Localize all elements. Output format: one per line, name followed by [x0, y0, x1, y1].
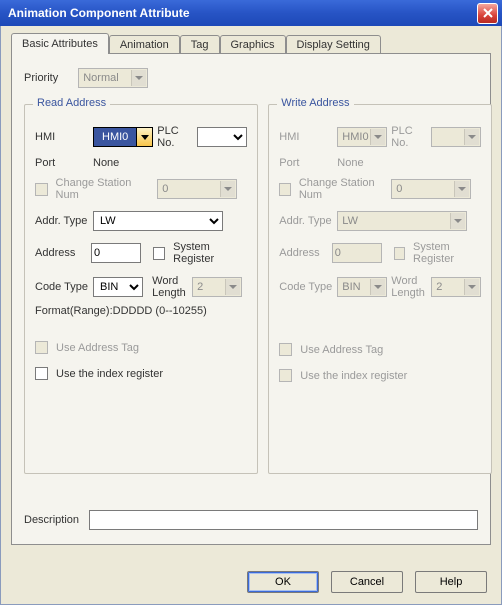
- window-title: Animation Component Attribute: [8, 6, 190, 20]
- write-use-address-tag-label: Use Address Tag: [300, 344, 383, 356]
- tab-tag[interactable]: Tag: [180, 35, 220, 54]
- dialog-footer: OK Cancel Help: [1, 560, 501, 604]
- write-addr-type-label: Addr. Type: [279, 215, 333, 227]
- write-port-label: Port: [279, 157, 333, 169]
- write-plc-select: [431, 127, 481, 147]
- read-addr-type-select[interactable]: LW: [93, 211, 223, 231]
- read-addr-type-label: Addr. Type: [35, 215, 89, 227]
- write-change-station-checkbox: [279, 183, 291, 196]
- read-hmi-value: HMI0: [94, 128, 136, 146]
- write-address-label: Address: [279, 247, 325, 259]
- read-use-index-register-checkbox[interactable]: [35, 367, 48, 380]
- tab-graphics[interactable]: Graphics: [220, 35, 286, 54]
- chevron-down-icon: [135, 76, 143, 80]
- help-button[interactable]: Help: [415, 571, 487, 593]
- read-port-value: None: [93, 157, 247, 169]
- read-change-station-checkbox: [35, 183, 48, 196]
- write-word-length-label: Word Length: [391, 275, 427, 299]
- cancel-button[interactable]: Cancel: [331, 571, 403, 593]
- write-use-index-register-checkbox: [279, 369, 292, 382]
- close-button[interactable]: [477, 3, 498, 24]
- chevron-down-icon: [468, 135, 476, 139]
- tab-strip: Basic Attributes Animation Tag Graphics …: [1, 26, 501, 53]
- priority-label: Priority: [24, 72, 58, 84]
- write-code-type-select: BIN: [337, 277, 387, 297]
- read-plc-select[interactable]: [197, 127, 247, 147]
- read-address-input[interactable]: [91, 243, 141, 263]
- write-hmi-select: HMI0: [337, 127, 387, 147]
- write-use-index-register-label: Use the index register: [300, 370, 407, 382]
- read-port-label: Port: [35, 157, 89, 169]
- chevron-down-icon: [229, 285, 237, 289]
- write-change-station-value-select: 0: [391, 179, 471, 199]
- chevron-down-icon: [374, 135, 382, 139]
- chevron-down-icon: [454, 219, 462, 223]
- read-hmi-select[interactable]: HMI0: [93, 127, 153, 147]
- read-change-station-value-select: 0: [157, 179, 237, 199]
- read-use-address-tag-label: Use Address Tag: [56, 342, 139, 354]
- write-word-length-select: 2: [431, 277, 481, 297]
- read-change-station-label: Change Station Num: [56, 177, 154, 201]
- group-read-address: Read Address HMI HMI0 PLC No. Port None: [24, 104, 258, 474]
- tab-display-setting[interactable]: Display Setting: [286, 35, 381, 54]
- read-code-type-label: Code Type: [35, 281, 89, 293]
- read-word-length-label: Word Length: [152, 275, 188, 299]
- group-read-address-legend: Read Address: [33, 97, 110, 109]
- close-icon: [483, 8, 493, 18]
- title-bar: Animation Component Attribute: [0, 0, 502, 26]
- chevron-down-icon: [468, 285, 476, 289]
- description-label: Description: [24, 514, 79, 526]
- write-use-address-tag-checkbox: [279, 343, 292, 356]
- write-address-input: [332, 243, 382, 263]
- priority-select: Normal: [78, 68, 148, 88]
- tab-animation[interactable]: Animation: [109, 35, 180, 54]
- description-input[interactable]: [89, 510, 478, 530]
- write-port-value: None: [337, 157, 481, 169]
- read-format-label: Format(Range):DDDDD (0--10255): [35, 305, 247, 317]
- priority-value: Normal: [83, 72, 118, 84]
- write-code-type-label: Code Type: [279, 281, 333, 293]
- write-system-register-checkbox: [394, 247, 405, 260]
- group-write-address-legend: Write Address: [277, 97, 353, 109]
- read-use-address-tag-checkbox: [35, 341, 48, 354]
- write-hmi-label: HMI: [279, 131, 333, 143]
- read-code-type-select[interactable]: BIN: [93, 277, 143, 297]
- write-addr-type-select: LW: [337, 211, 467, 231]
- write-plc-label: PLC No.: [391, 125, 427, 149]
- read-system-register-checkbox[interactable]: [153, 247, 165, 260]
- chevron-down-icon: [374, 285, 382, 289]
- tab-page-basic-attributes: Priority Normal Read Address HMI HMI0: [11, 53, 491, 545]
- ok-button[interactable]: OK: [247, 571, 319, 593]
- chevron-down-icon[interactable]: [136, 128, 152, 146]
- chevron-down-icon: [458, 187, 466, 191]
- read-system-register-label: System Register: [173, 241, 247, 265]
- read-address-label: Address: [35, 247, 85, 259]
- write-change-station-label: Change Station Num: [299, 177, 387, 201]
- read-use-index-register-label: Use the index register: [56, 368, 163, 380]
- read-hmi-label: HMI: [35, 131, 89, 143]
- read-plc-label: PLC No.: [157, 125, 193, 149]
- read-word-length-select: 2: [192, 277, 242, 297]
- group-write-address: Write Address HMI HMI0 PLC No. Port: [268, 104, 492, 474]
- write-system-register-label: System Register: [413, 241, 481, 265]
- tab-basic-attributes[interactable]: Basic Attributes: [11, 33, 109, 54]
- chevron-down-icon: [224, 187, 232, 191]
